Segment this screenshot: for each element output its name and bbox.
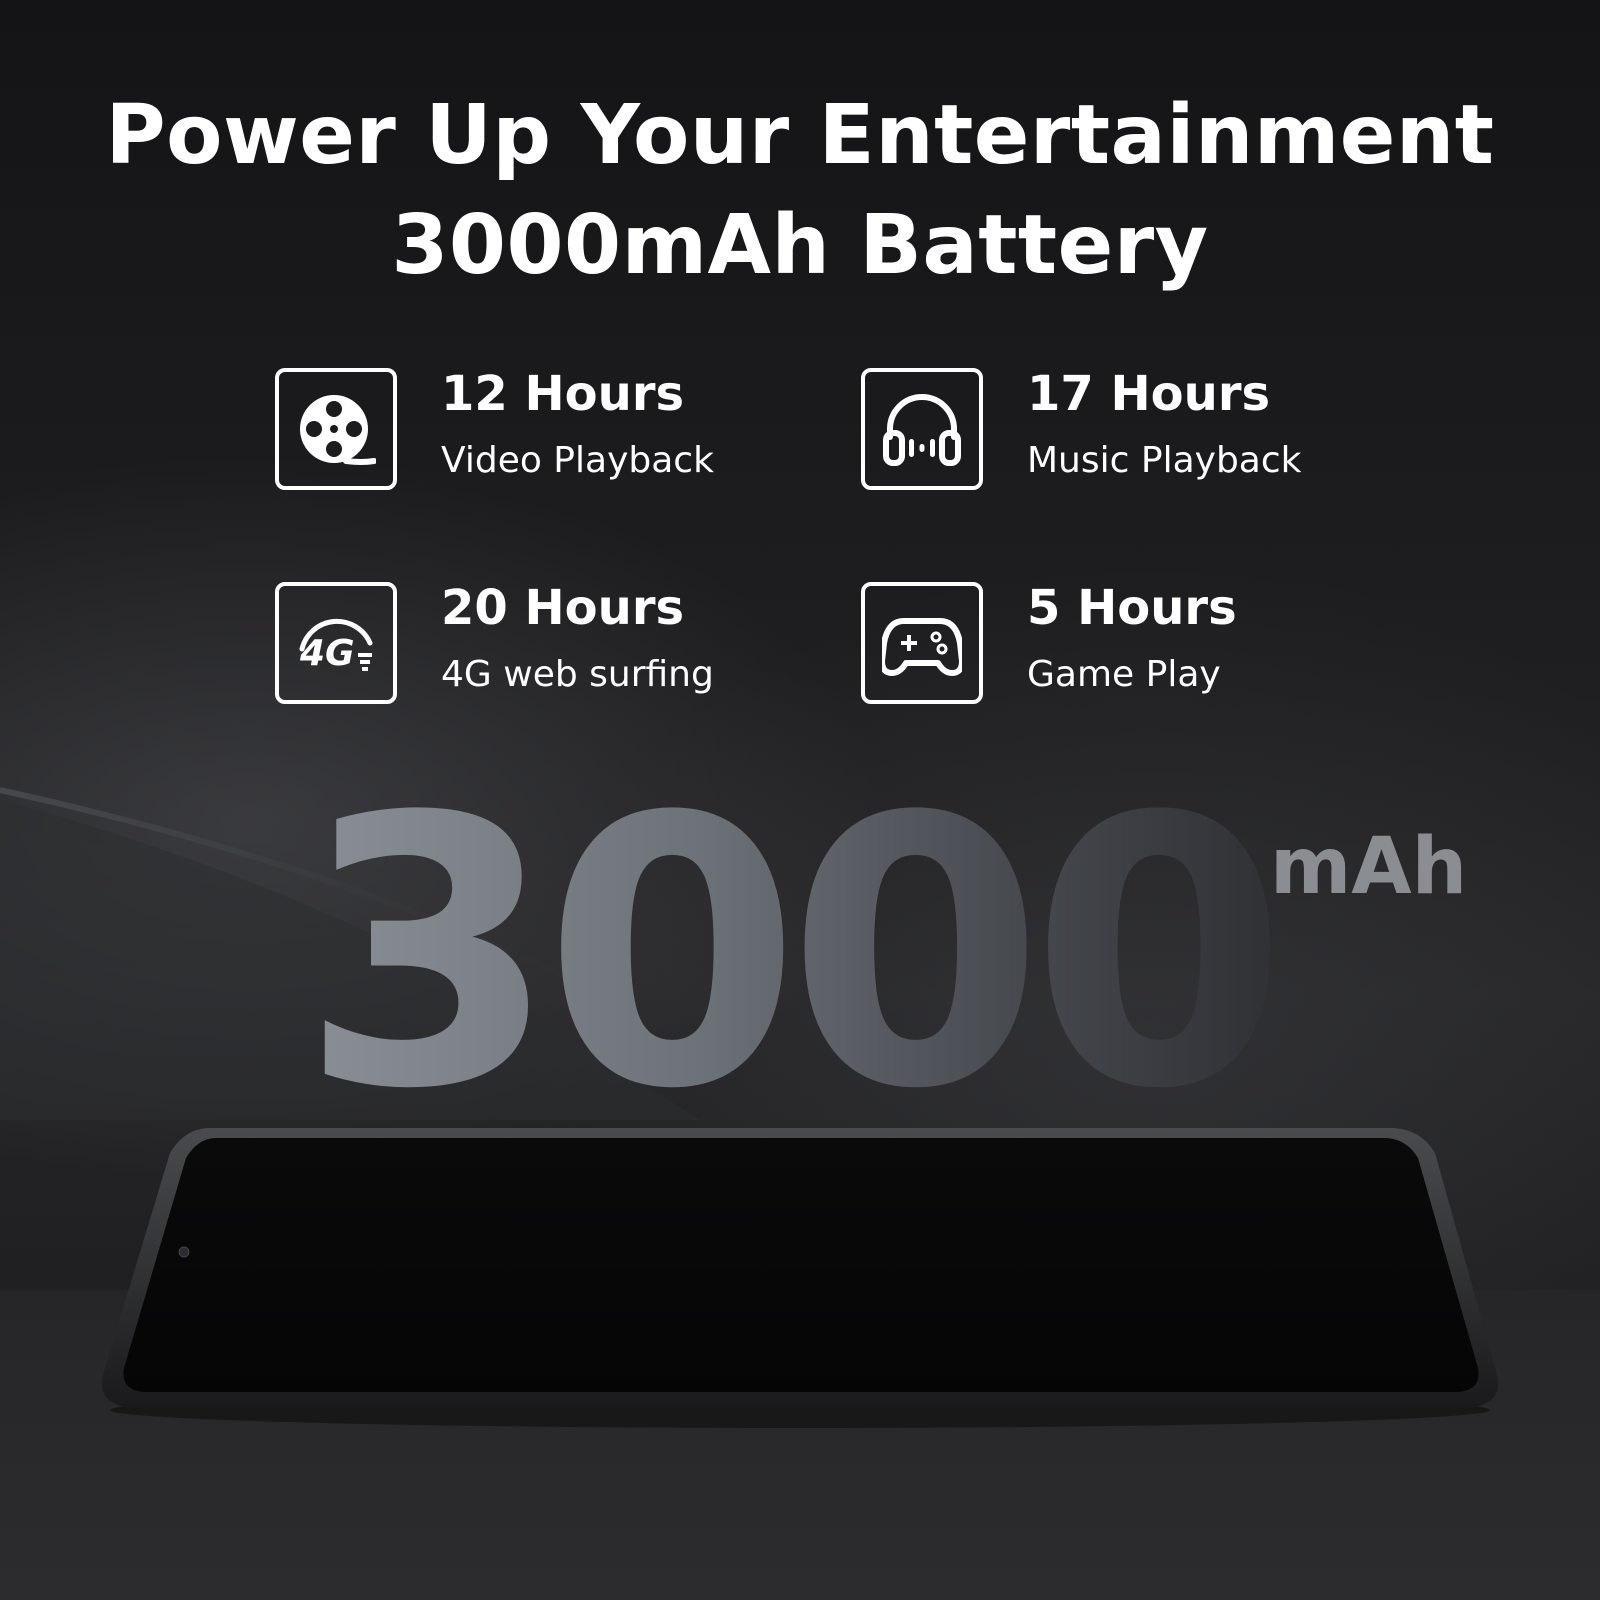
- feature-hours: 17 Hours: [1027, 366, 1271, 422]
- feature-label: Music Playback: [1027, 440, 1302, 481]
- film-reel-icon: [275, 368, 397, 490]
- capacity-number: 3000: [300, 740, 1288, 1170]
- feature-label: Video Playback: [441, 440, 714, 481]
- headline-line-2: 3000mAh Battery: [391, 198, 1209, 293]
- gamepad-icon: [861, 582, 983, 704]
- feature-web-surfing: 4G 20 Hours 4G web surfing: [275, 580, 795, 712]
- phone-image: [101, 1128, 1499, 1428]
- svg-text:4G: 4G: [299, 633, 355, 674]
- feature-video-playback: 12 Hours Video Playback: [275, 366, 795, 498]
- feature-hours: 5 Hours: [1027, 580, 1237, 636]
- headphones-icon: [861, 368, 983, 490]
- headline-line-1: Power Up Your Entertainment: [105, 88, 1495, 183]
- feature-label: Game Play: [1027, 654, 1221, 695]
- 4g-signal-icon: 4G: [275, 582, 397, 704]
- feature-music-playback: 17 Hours Music Playback: [861, 366, 1381, 498]
- feature-hours: 12 Hours: [441, 366, 685, 422]
- feature-label: 4G web surfing: [441, 654, 714, 695]
- feature-game-play: 5 Hours Game Play: [861, 580, 1381, 712]
- feature-hours: 20 Hours: [441, 580, 685, 636]
- battery-promo: Power Up Your Entertainment 3000mAh Batt…: [0, 0, 1600, 1600]
- capacity-unit: mAh: [1270, 822, 1468, 912]
